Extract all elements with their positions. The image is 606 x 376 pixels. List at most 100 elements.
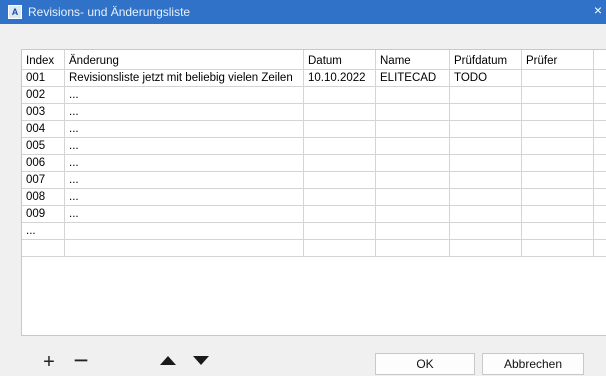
remove-row-button[interactable]: − — [68, 345, 94, 375]
cell-index[interactable]: 005 — [22, 138, 65, 154]
cell-name[interactable] — [376, 138, 450, 154]
cell-pruefdatum[interactable] — [450, 87, 522, 103]
cell-index[interactable]: 008 — [22, 189, 65, 205]
cell-datum[interactable] — [304, 189, 376, 205]
cell-pruefer[interactable] — [522, 138, 594, 154]
cell-extra[interactable] — [594, 104, 606, 120]
column-header-aenderung[interactable]: Änderung — [65, 50, 304, 69]
cell-datum[interactable] — [304, 104, 376, 120]
close-icon[interactable]: × — [594, 3, 602, 17]
cell-aenderung[interactable]: ... — [65, 189, 304, 205]
table-row[interactable]: 008... — [22, 189, 606, 206]
cell-aenderung[interactable]: Revisionsliste jetzt mit beliebig vielen… — [65, 70, 304, 86]
table-row[interactable] — [22, 240, 606, 257]
cell-aenderung[interactable]: ... — [65, 87, 304, 103]
title-bar[interactable]: A Revisions- und Änderungsliste × — [0, 0, 606, 24]
cell-name[interactable] — [376, 172, 450, 188]
move-down-button[interactable] — [188, 349, 214, 371]
cell-index[interactable]: 002 — [22, 87, 65, 103]
cell-index[interactable]: 001 — [22, 70, 65, 86]
table-row[interactable]: 003... — [22, 104, 606, 121]
cell-aenderung[interactable] — [65, 240, 304, 256]
cell-name[interactable] — [376, 240, 450, 256]
cell-datum[interactable] — [304, 240, 376, 256]
revision-table[interactable]: Index Änderung Datum Name Prüfdatum Prüf… — [21, 49, 606, 336]
cell-pruefdatum[interactable] — [450, 104, 522, 120]
cell-pruefer[interactable] — [522, 189, 594, 205]
cell-extra[interactable] — [594, 189, 606, 205]
cell-aenderung[interactable]: ... — [65, 104, 304, 120]
cell-pruefer[interactable] — [522, 70, 594, 86]
cell-datum[interactable]: 10.10.2022 — [304, 70, 376, 86]
table-row[interactable]: 001 Revisionsliste jetzt mit beliebig vie… — [22, 70, 606, 87]
column-header-pruefer[interactable]: Prüfer — [522, 50, 594, 69]
cell-aenderung[interactable] — [65, 223, 304, 239]
cell-pruefdatum[interactable] — [450, 172, 522, 188]
cell-pruefdatum[interactable]: TODO — [450, 70, 522, 86]
table-row[interactable]: 009... — [22, 206, 606, 223]
cell-index[interactable]: 007 — [22, 172, 65, 188]
cell-extra[interactable] — [594, 206, 606, 222]
cell-extra[interactable] — [594, 87, 606, 103]
cell-extra[interactable] — [594, 138, 606, 154]
cell-index[interactable]: 006 — [22, 155, 65, 171]
cell-aenderung[interactable]: ... — [65, 121, 304, 137]
column-header-index[interactable]: Index — [22, 50, 65, 69]
cell-extra[interactable] — [594, 223, 606, 239]
cell-extra[interactable] — [594, 155, 606, 171]
cell-pruefdatum[interactable] — [450, 121, 522, 137]
cell-pruefdatum[interactable] — [450, 189, 522, 205]
cell-datum[interactable] — [304, 223, 376, 239]
cell-index[interactable] — [22, 240, 65, 256]
cell-datum[interactable] — [304, 206, 376, 222]
column-header-name[interactable]: Name — [376, 50, 450, 69]
cell-pruefdatum[interactable] — [450, 206, 522, 222]
cell-index[interactable]: 004 — [22, 121, 65, 137]
cell-index[interactable]: 003 — [22, 104, 65, 120]
cell-datum[interactable] — [304, 138, 376, 154]
cell-pruefer[interactable] — [522, 155, 594, 171]
table-row[interactable]: 005... — [22, 138, 606, 155]
cell-pruefer[interactable] — [522, 240, 594, 256]
cell-pruefdatum[interactable] — [450, 155, 522, 171]
column-header-pruefdatum[interactable]: Prüfdatum — [450, 50, 522, 69]
table-row[interactable]: 006... — [22, 155, 606, 172]
move-up-button[interactable] — [155, 349, 181, 371]
cell-pruefer[interactable] — [522, 223, 594, 239]
cell-aenderung[interactable]: ... — [65, 138, 304, 154]
cell-datum[interactable] — [304, 87, 376, 103]
cell-extra[interactable] — [594, 172, 606, 188]
cell-extra[interactable] — [594, 240, 606, 256]
cell-name[interactable] — [376, 189, 450, 205]
cancel-button[interactable]: Abbrechen — [482, 353, 584, 375]
cell-pruefdatum[interactable] — [450, 138, 522, 154]
cell-extra[interactable] — [594, 70, 606, 86]
table-row[interactable]: 007... — [22, 172, 606, 189]
cell-pruefdatum[interactable] — [450, 240, 522, 256]
table-row[interactable]: ... — [22, 223, 606, 240]
table-row[interactable]: 002... — [22, 87, 606, 104]
cell-name[interactable]: ELITECAD — [376, 70, 450, 86]
cell-name[interactable] — [376, 121, 450, 137]
cell-name[interactable] — [376, 104, 450, 120]
cell-index[interactable]: ... — [22, 223, 65, 239]
cell-extra[interactable] — [594, 121, 606, 137]
cell-datum[interactable] — [304, 172, 376, 188]
cell-index[interactable]: 009 — [22, 206, 65, 222]
column-header-datum[interactable]: Datum — [304, 50, 376, 69]
cell-aenderung[interactable]: ... — [65, 172, 304, 188]
cell-pruefer[interactable] — [522, 104, 594, 120]
cell-pruefer[interactable] — [522, 87, 594, 103]
cell-aenderung[interactable]: ... — [65, 206, 304, 222]
table-row[interactable]: 004... — [22, 121, 606, 138]
cell-pruefer[interactable] — [522, 121, 594, 137]
cell-name[interactable] — [376, 155, 450, 171]
cell-pruefer[interactable] — [522, 206, 594, 222]
cell-name[interactable] — [376, 87, 450, 103]
cell-pruefdatum[interactable] — [450, 223, 522, 239]
cell-datum[interactable] — [304, 155, 376, 171]
cell-datum[interactable] — [304, 121, 376, 137]
cell-pruefer[interactable] — [522, 172, 594, 188]
ok-button[interactable]: OK — [375, 353, 475, 375]
cell-name[interactable] — [376, 223, 450, 239]
